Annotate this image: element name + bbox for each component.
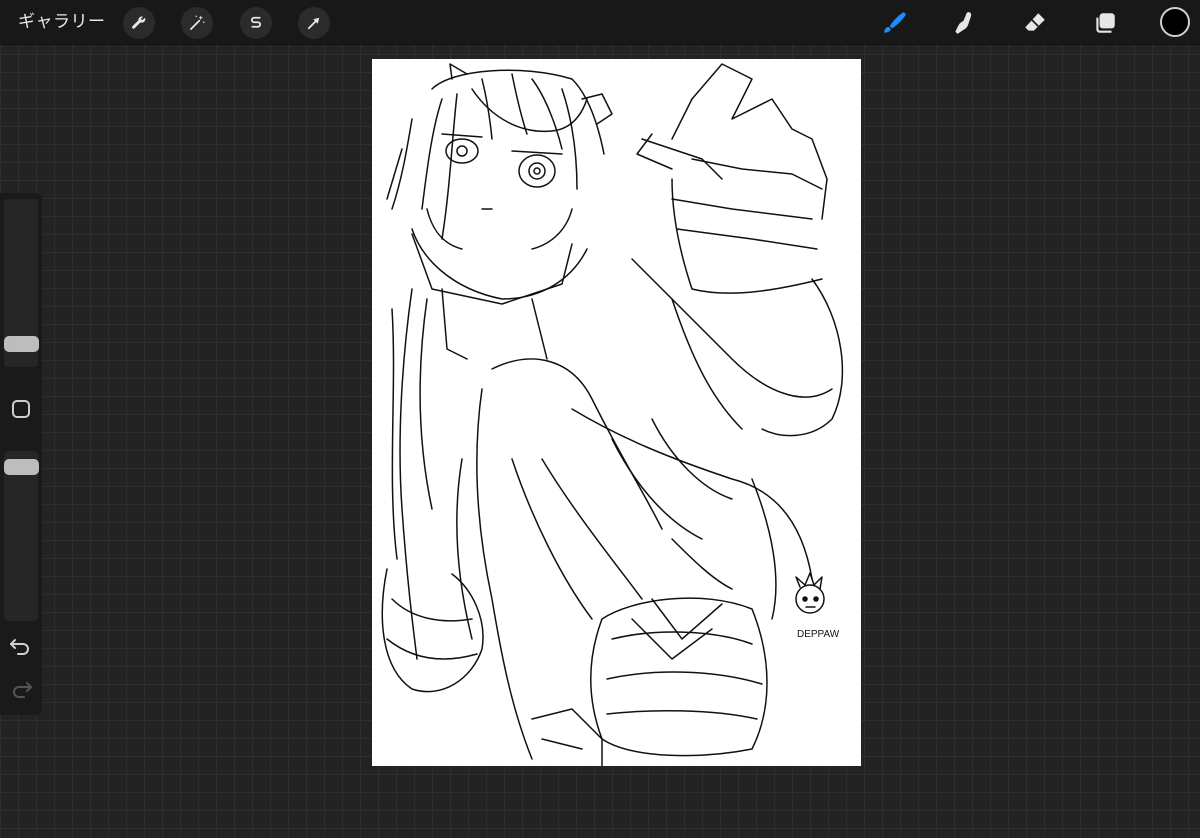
- brush-button[interactable]: [877, 6, 911, 40]
- transform-button[interactable]: [298, 7, 330, 39]
- redo-button[interactable]: [9, 679, 33, 699]
- opacity-slider[interactable]: [4, 451, 38, 621]
- undo-button[interactable]: [9, 636, 33, 656]
- layers-icon: [1096, 13, 1115, 33]
- smudge-button[interactable]: [947, 6, 981, 40]
- brush-size-slider-thumb[interactable]: [4, 335, 39, 352]
- drawing-canvas[interactable]: DEPPAW: [372, 59, 861, 766]
- brush-icon: [884, 12, 906, 33]
- eraser-button[interactable]: [1018, 6, 1052, 40]
- arrow-cursor-icon: [307, 17, 320, 30]
- selection-button[interactable]: [240, 7, 272, 39]
- smudge-finger-icon: [955, 12, 972, 34]
- adjustments-button[interactable]: [181, 7, 213, 39]
- wrench-icon: [132, 16, 146, 29]
- undo-arrow-icon: [10, 639, 29, 655]
- gallery-button[interactable]: ギャラリー: [18, 10, 106, 34]
- top-toolbar: ギャラリー: [0, 0, 1200, 45]
- actions-button[interactable]: [123, 7, 155, 39]
- magic-wand-icon: [190, 15, 205, 30]
- line-sketch-artwork: DEPPAW: [381, 63, 844, 766]
- layers-button[interactable]: [1088, 6, 1122, 40]
- redo-arrow-icon: [13, 682, 32, 698]
- opacity-slider-thumb[interactable]: [4, 458, 39, 475]
- signature-text: DEPPAW: [797, 629, 840, 640]
- color-picker-button[interactable]: [1160, 7, 1190, 37]
- eraser-icon: [1025, 13, 1045, 31]
- left-sidebar: [0, 193, 42, 715]
- modify-button[interactable]: [12, 400, 30, 418]
- selection-s-icon: [251, 16, 261, 28]
